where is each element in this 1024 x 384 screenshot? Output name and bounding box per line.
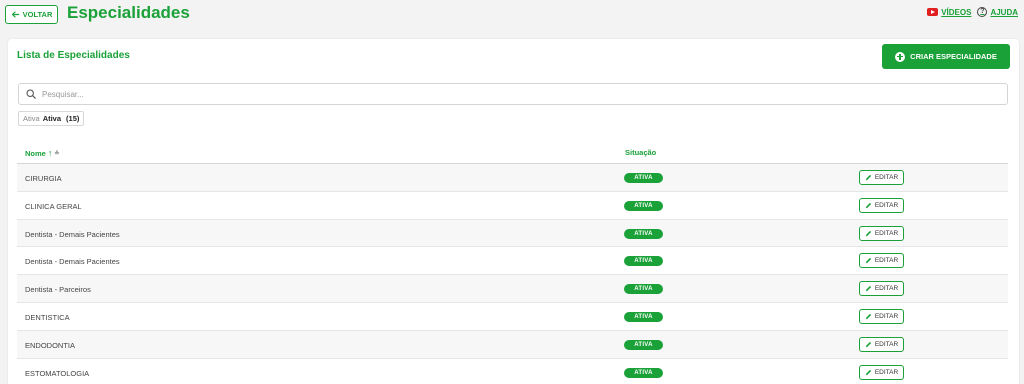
filter-label: Ativa	[23, 114, 40, 123]
edit-button[interactable]: EDITAR	[859, 308, 904, 324]
table-row: Dentista - Parceiros ATIVA EDITAR	[17, 275, 1008, 303]
status-badge: ATIVA	[624, 256, 663, 267]
sort-arrow-up-icon: ↑	[47, 148, 53, 158]
edit-label: EDITAR	[874, 368, 899, 376]
help-links: VÍDEOS ? AJUDA	[927, 7, 1018, 17]
pencil-icon	[865, 369, 871, 375]
pencil-icon	[865, 202, 871, 209]
table-header: Nome ↑ ≗ Situação	[17, 137, 1008, 164]
table-row: ENDODONTIA ATIVA EDITAR	[17, 330, 1008, 359]
pencil-icon	[865, 341, 871, 348]
name-column-label: Nome	[25, 148, 46, 158]
help-icon: ?	[977, 7, 988, 17]
edit-button[interactable]: EDITAR	[859, 364, 904, 380]
arrow-left-icon	[11, 11, 19, 18]
status-badge: ATIVA	[624, 173, 663, 183]
edit-button[interactable]: EDITAR	[859, 170, 904, 185]
create-label: CRIAR ESPECIALIDADE	[910, 52, 997, 61]
search-box	[18, 83, 1008, 105]
pencil-icon	[865, 286, 871, 292]
sort-icon: ≗	[54, 150, 60, 157]
specialty-name: Dentista - Parceiros	[25, 285, 91, 295]
table-row: CLINICA GERAL ATIVA EDITAR	[17, 192, 1008, 220]
edit-label: EDITAR	[874, 201, 899, 209]
videos-link[interactable]: VÍDEOS	[927, 8, 971, 17]
status-badge: ATIVA	[624, 284, 663, 295]
edit-label: EDITAR	[874, 285, 899, 293]
specialty-name: CIRURGIA	[25, 174, 62, 183]
edit-label: EDITAR	[874, 229, 899, 237]
specialties-card: Lista de Especialidades CRIAR ESPECIALID…	[8, 39, 1019, 384]
table-row: CIRURGIA ATIVA EDITAR	[17, 164, 1008, 192]
pencil-icon	[865, 313, 871, 320]
edit-label: EDITAR	[874, 257, 899, 265]
table-row: DENTISTICA ATIVA EDITAR	[17, 303, 1008, 331]
edit-button[interactable]: EDITAR	[859, 336, 904, 352]
help-label: AJUDA	[990, 7, 1018, 17]
status-column-header: Situação	[625, 148, 657, 157]
top-bar: VOLTAR Especialidades VÍDEOS ? AJUDA	[0, 0, 1024, 30]
name-column-header[interactable]: Nome ↑ ≗	[25, 148, 59, 158]
specialty-name: DENTISTICA	[25, 312, 70, 322]
help-link[interactable]: ? AJUDA	[977, 7, 1018, 17]
edit-button[interactable]: EDITAR	[859, 197, 904, 213]
edit-button[interactable]: EDITAR	[859, 281, 904, 297]
table-row: Dentista - Demais Pacientes ATIVA EDITAR	[17, 219, 1008, 248]
filter-value: Ativa	[42, 114, 62, 123]
search-input[interactable]	[42, 89, 942, 99]
edit-label: EDITAR	[874, 174, 899, 181]
status-badge: ATIVA	[624, 200, 663, 211]
plus-circle-icon	[895, 51, 906, 62]
page-title: Especialidades	[67, 3, 190, 22]
status-badge: ATIVA	[624, 228, 663, 239]
youtube-icon	[927, 8, 939, 16]
specialty-name: Dentista - Demais Pacientes	[25, 257, 120, 267]
status-filter-chip[interactable]: Ativa Ativa (15)	[18, 111, 85, 126]
specialty-name: ENDODONTIA	[25, 340, 76, 350]
back-label: VOLTAR	[22, 10, 53, 19]
pencil-icon	[865, 258, 871, 264]
videos-label: VÍDEOS	[941, 7, 972, 17]
pencil-icon	[865, 230, 871, 236]
specialty-name: Dentista - Demais Pacientes	[25, 229, 120, 239]
edit-label: EDITAR	[874, 312, 899, 320]
status-badge: ATIVA	[624, 339, 663, 350]
table-body: CIRURGIA ATIVA EDITAR CLINICA GERAL ATIVA EDI…	[17, 164, 1008, 384]
specialties-table: Nome ↑ ≗ Situação CIRURGIA ATIVA EDITAR CLI…	[17, 137, 1008, 384]
status-badge: ATIVA	[624, 367, 663, 378]
status-badge: ATIVA	[624, 311, 663, 322]
specialty-name: ESTOMATOLOGIA	[25, 368, 90, 378]
card-title: Lista de Especialidades	[17, 50, 130, 61]
edit-label: EDITAR	[874, 340, 899, 348]
create-specialty-button[interactable]: CRIAR ESPECIALIDADE	[882, 44, 1010, 69]
pencil-icon	[865, 174, 871, 181]
table-row: ESTOMATOLOGIA ATIVA EDITAR	[17, 359, 1008, 384]
back-button[interactable]: VOLTAR	[5, 5, 58, 24]
edit-button[interactable]: EDITAR	[859, 253, 904, 269]
specialty-name: CLINICA GERAL	[25, 201, 82, 211]
search-icon	[26, 89, 36, 99]
table-row: Dentista - Demais Pacientes ATIVA EDITAR	[17, 247, 1008, 276]
filter-count: (15)	[66, 114, 80, 123]
edit-button[interactable]: EDITAR	[859, 225, 904, 241]
